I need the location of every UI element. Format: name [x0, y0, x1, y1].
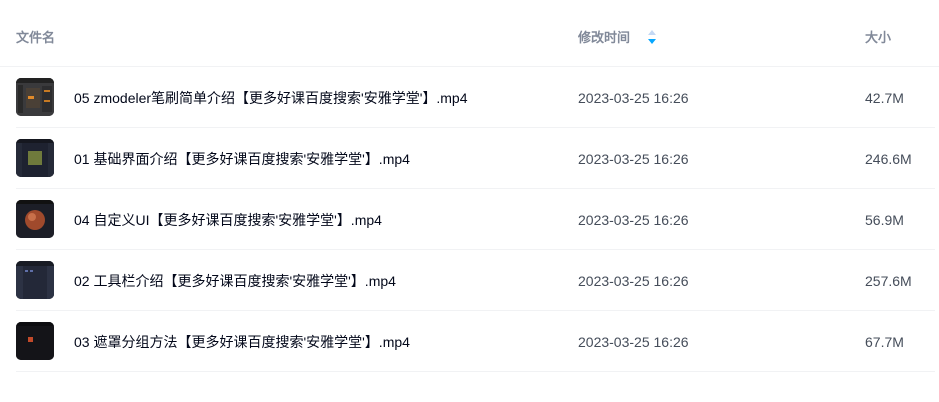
table-row[interactable]: 05 zmodeler笔刷简单介绍【更多好课百度搜索'安雅学堂'】.mp4 20… — [16, 67, 935, 128]
video-thumbnail — [16, 322, 54, 360]
file-modified-time: 2023-03-25 16:26 — [578, 90, 689, 106]
file-name[interactable]: 01 基础界面介绍【更多好课百度搜索'安雅学堂'】.mp4 — [74, 150, 410, 168]
table-row[interactable]: 03 遮罩分组方法【更多好课百度搜索'安雅学堂'】.mp4 2023-03-25… — [16, 311, 935, 372]
file-name[interactable]: 04 自定义UI【更多好课百度搜索'安雅学堂'】.mp4 — [74, 211, 382, 229]
video-thumbnail — [16, 78, 54, 116]
file-name[interactable]: 03 遮罩分组方法【更多好课百度搜索'安雅学堂'】.mp4 — [74, 333, 410, 351]
column-header-modified-time[interactable]: 修改时间 — [578, 30, 630, 46]
table-header: 文件名 修改时间 大小 — [0, 0, 939, 67]
video-thumbnail — [16, 261, 54, 299]
table-row[interactable]: 01 基础界面介绍【更多好课百度搜索'安雅学堂'】.mp4 2023-03-25… — [16, 128, 935, 189]
video-thumbnail — [16, 139, 54, 177]
table-row[interactable]: 04 自定义UI【更多好课百度搜索'安雅学堂'】.mp4 2023-03-25 … — [16, 189, 935, 250]
file-modified-time: 2023-03-25 16:26 — [578, 151, 689, 167]
file-size: 246.6M — [865, 151, 912, 167]
file-size: 67.7M — [865, 334, 904, 350]
sort-descending-icon[interactable] — [647, 29, 657, 45]
file-name[interactable]: 05 zmodeler笔刷简单介绍【更多好课百度搜索'安雅学堂'】.mp4 — [74, 89, 468, 107]
file-size: 42.7M — [865, 90, 904, 106]
file-modified-time: 2023-03-25 16:26 — [578, 273, 689, 289]
video-thumbnail — [16, 200, 54, 238]
file-modified-time: 2023-03-25 16:26 — [578, 212, 689, 228]
table-row[interactable]: 02 工具栏介绍【更多好课百度搜索'安雅学堂'】.mp4 2023-03-25 … — [16, 250, 935, 311]
column-header-name[interactable]: 文件名 — [16, 30, 55, 46]
file-size: 257.6M — [865, 273, 912, 289]
file-size: 56.9M — [865, 212, 904, 228]
column-header-size[interactable]: 大小 — [865, 30, 891, 46]
file-modified-time: 2023-03-25 16:26 — [578, 334, 689, 350]
file-name[interactable]: 02 工具栏介绍【更多好课百度搜索'安雅学堂'】.mp4 — [74, 272, 396, 290]
file-list: 文件名 修改时间 大小 05 zmodeler笔刷简单介绍【更多好课百度搜索'安 — [0, 0, 939, 402]
